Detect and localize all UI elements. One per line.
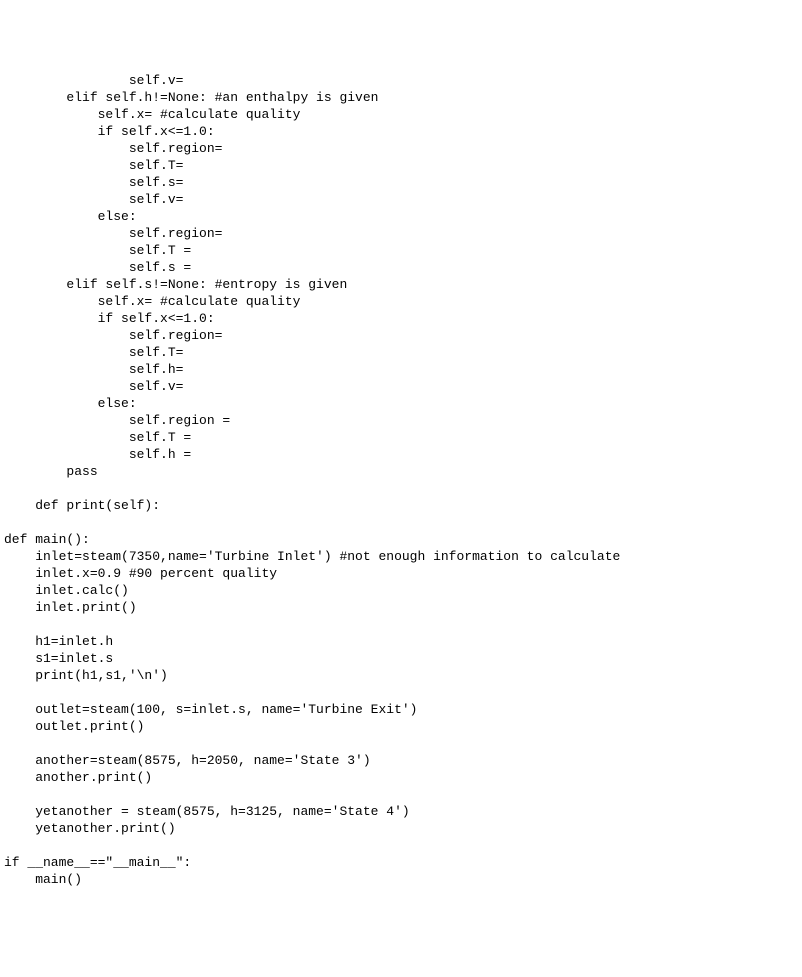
code-line: s1=inlet.s [4, 651, 113, 666]
code-line: self.v= [4, 379, 183, 394]
code-line: print(h1,s1,'\n') [4, 668, 168, 683]
code-line: inlet=steam(7350,name='Turbine Inlet') #… [4, 549, 620, 564]
code-line: self.s = [4, 260, 191, 275]
code-line: inlet.calc() [4, 583, 129, 598]
code-line: another.print() [4, 770, 152, 785]
code-line: self.x= #calculate quality [4, 107, 300, 122]
code-line: outlet=steam(100, s=inlet.s, name='Turbi… [4, 702, 417, 717]
code-line: self.h = [4, 447, 191, 462]
code-line: self.T= [4, 158, 183, 173]
code-line: self.region= [4, 328, 222, 343]
code-line: else: [4, 396, 137, 411]
code-line: if self.x<=1.0: [4, 124, 215, 139]
code-line: yetanother = steam(8575, h=3125, name='S… [4, 804, 410, 819]
code-line: elif self.h!=None: #an enthalpy is given [4, 90, 378, 105]
code-line: h1=inlet.h [4, 634, 113, 649]
code-line: if __name__=="__main__": [4, 855, 191, 870]
code-line: self.s= [4, 175, 183, 190]
code-line: inlet.x=0.9 #90 percent quality [4, 566, 277, 581]
code-line: self.region = [4, 413, 230, 428]
code-line: self.h= [4, 362, 183, 377]
code-line: self.T= [4, 345, 183, 360]
code-line: self.x= #calculate quality [4, 294, 300, 309]
code-line: yetanother.print() [4, 821, 176, 836]
code-line: def main(): [4, 532, 90, 547]
code-line: outlet.print() [4, 719, 144, 734]
code-line: self.region= [4, 141, 222, 156]
code-line: inlet.print() [4, 600, 137, 615]
code-line: another=steam(8575, h=2050, name='State … [4, 753, 371, 768]
code-line: else: [4, 209, 137, 224]
code-line: self.v= [4, 192, 183, 207]
code-line: if self.x<=1.0: [4, 311, 215, 326]
code-line: main() [4, 872, 82, 887]
code-line: self.region= [4, 226, 222, 241]
code-line: def print(self): [4, 498, 160, 513]
code-line: self.T = [4, 243, 191, 258]
code-line: pass [4, 464, 98, 479]
code-block: self.v= elif self.h!=None: #an enthalpy … [4, 72, 798, 888]
code-line: self.v= [4, 73, 183, 88]
code-line: elif self.s!=None: #entropy is given [4, 277, 347, 292]
code-line: self.T = [4, 430, 191, 445]
